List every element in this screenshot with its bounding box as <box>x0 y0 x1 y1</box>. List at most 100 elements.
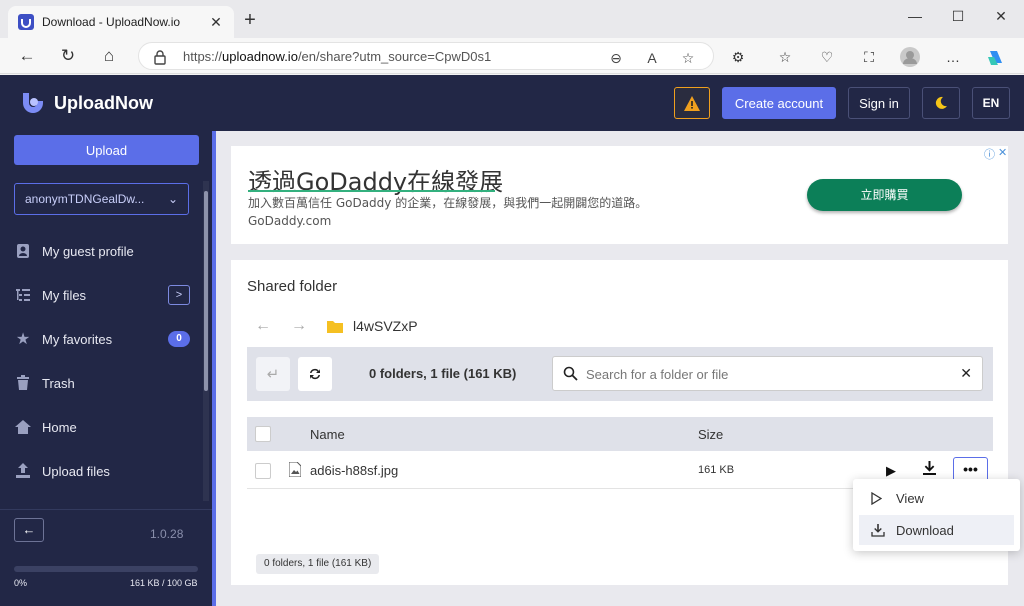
upload-icon <box>14 462 32 480</box>
lock-icon <box>154 50 166 65</box>
file-size: 161 KB <box>698 464 735 476</box>
storage-quota-percent: 0% <box>14 578 28 588</box>
ad-title-underline <box>248 190 495 192</box>
home-icon <box>14 418 32 436</box>
url-path: /en/share?utm_source=CpwD0s1 <box>297 49 492 64</box>
file-name[interactable]: ad6is-h88sf.jpg <box>310 463 398 478</box>
favorite-star-icon[interactable]: ☆ <box>679 49 697 67</box>
search-box[interactable]: ✕ <box>552 356 983 391</box>
star-icon: ★ <box>15 331 31 348</box>
menu-item-label: View <box>896 490 924 506</box>
ad-description-line: 加入數百萬信任 GoDaddy 的企業，在線發展，與我們一起開闢您的道路。 <box>248 196 648 210</box>
moon-icon <box>935 96 947 109</box>
sidebar-item-upload-files[interactable]: Upload files <box>14 457 204 485</box>
panel-title: Shared folder <box>247 278 338 295</box>
folder-summary: 0 folders, 1 file (161 KB) <box>369 366 517 381</box>
favorites-icon[interactable]: ☆ <box>775 47 795 67</box>
upload-button[interactable]: Upload <box>14 135 199 165</box>
folder-icon <box>327 320 343 333</box>
sidebar-item-home[interactable]: Home <box>14 413 204 441</box>
app-header: UploadNow Create account Sign in EN <box>0 75 1024 131</box>
sidebar-item-trash[interactable]: Trash <box>14 369 204 397</box>
uploadnow-favicon-icon <box>18 14 34 30</box>
favorites-count-badge: 0 <box>168 331 190 347</box>
ad-description-domain: GoDaddy.com <box>248 214 332 228</box>
warning-icon <box>684 95 700 111</box>
profile-avatar-icon[interactable] <box>900 47 920 67</box>
image-file-icon <box>289 462 301 477</box>
url-prefix: https:// <box>183 49 223 64</box>
sidebar-item-label: My guest profile <box>42 243 134 259</box>
warning-button[interactable] <box>674 87 710 119</box>
menu-item-view[interactable]: View <box>859 483 1014 513</box>
browser-essentials-icon[interactable]: ♡ <box>817 47 837 67</box>
column-header-size[interactable]: Size <box>698 427 723 442</box>
reload-icon[interactable]: ↻ <box>57 45 79 67</box>
maximize-icon[interactable]: ☐ <box>948 6 968 26</box>
copilot-logo <box>988 51 1002 65</box>
browser-toolbar: ← ↻ ⌂ https://uploadnow.io/en/share?utm_… <box>0 38 1024 74</box>
select-all-checkbox[interactable] <box>255 426 271 442</box>
copilot-icon[interactable] <box>986 47 1006 67</box>
column-header-name[interactable]: Name <box>310 427 345 442</box>
read-aloud-icon[interactable]: A <box>643 49 661 67</box>
app-version: 1.0.28 <box>150 527 184 541</box>
logo[interactable]: UploadNow <box>20 90 153 116</box>
ad-close-icon[interactable]: ✕ <box>998 146 1007 159</box>
window-close-icon[interactable]: ✕ <box>991 6 1011 26</box>
row-checkbox[interactable] <box>255 463 271 479</box>
file-toolbar: ↵ 0 folders, 1 file (161 KB) ✕ <box>247 347 993 401</box>
sidebar-item-label: My favorites <box>42 331 113 347</box>
chevron-down-icon: ⌄ <box>167 192 178 206</box>
account-name: anonymTDNGealDw... <box>25 192 145 206</box>
more-browser-icon[interactable]: … <box>943 47 963 67</box>
footer-summary-badge: 0 folders, 1 file (161 KB) <box>256 554 380 574</box>
profile-icon <box>14 242 32 260</box>
refresh-button[interactable] <box>298 357 332 391</box>
screenshot-icon[interactable]: ⛶ <box>859 47 879 67</box>
menu-item-download[interactable]: Download <box>859 515 1014 545</box>
sidebar-item-label: Trash <box>42 375 75 391</box>
minimize-icon[interactable]: — <box>905 6 925 26</box>
ad-cta-button[interactable]: 立即購買 <box>807 179 962 211</box>
sidebar-item-guest-profile[interactable]: My guest profile <box>14 237 204 265</box>
sidebar-item-label: Upload files <box>42 463 110 479</box>
nav-forward-icon[interactable]: → <box>291 317 311 335</box>
sign-in-button[interactable]: Sign in <box>848 87 910 119</box>
theme-toggle-button[interactable] <box>922 87 960 119</box>
extensions-icon[interactable]: ⚙ <box>728 47 748 67</box>
chevron-right-icon[interactable]: > <box>168 285 190 305</box>
tab-close-icon[interactable]: ✕ <box>208 14 224 31</box>
new-tab-icon[interactable]: + <box>240 10 260 30</box>
sidebar-scroll-thumb[interactable] <box>204 191 208 391</box>
search-input[interactable] <box>586 365 946 383</box>
zoom-icon[interactable]: ⊖ <box>607 49 625 67</box>
folder-name[interactable]: l4wSVZxP <box>353 318 418 334</box>
ad-info-icon[interactable]: ⓘ <box>984 146 995 162</box>
home-browser-icon[interactable]: ⌂ <box>98 45 120 67</box>
download-tray-icon <box>871 523 887 537</box>
ad-banner[interactable]: 透過GoDaddy在線發展 加入數百萬信任 GoDaddy 的企業，在線發展，與… <box>231 146 1008 244</box>
collapse-sidebar-button[interactable]: ← <box>14 518 44 542</box>
nav-back-icon[interactable]: ← <box>255 317 275 335</box>
sidebar-item-label: Home <box>42 419 77 435</box>
sidebar-item-my-files[interactable]: My files > <box>14 281 204 309</box>
search-icon <box>563 366 578 381</box>
breadcrumb: ← → l4wSVZxP <box>255 317 418 335</box>
file-context-menu: View Download <box>853 479 1020 551</box>
uploadnow-logo-icon <box>23 93 43 113</box>
address-bar[interactable]: https://uploadnow.io/en/share?utm_source… <box>138 42 714 70</box>
sidebar: Upload anonymTDNGealDw... ⌄ My guest pro… <box>0 131 212 606</box>
refresh-icon <box>310 368 320 380</box>
go-up-button[interactable]: ↵ <box>256 357 290 391</box>
clear-search-icon[interactable]: ✕ <box>960 365 972 382</box>
language-button[interactable]: EN <box>972 87 1010 119</box>
browser-tab[interactable]: Download - UploadNow.io ✕ <box>8 6 234 38</box>
create-account-button[interactable]: Create account <box>722 87 836 119</box>
account-select[interactable]: anonymTDNGealDw... ⌄ <box>14 183 189 215</box>
ad-description: 加入數百萬信任 GoDaddy 的企業，在線發展，與我們一起開闢您的道路。 Go… <box>248 194 718 230</box>
sidebar-item-label: My files <box>42 287 87 303</box>
back-icon[interactable]: ← <box>16 45 38 67</box>
sidebar-item-my-favorites[interactable]: ★ My favorites 0 <box>14 325 204 353</box>
url-text: https://uploadnow.io/en/share?utm_source… <box>183 49 491 64</box>
